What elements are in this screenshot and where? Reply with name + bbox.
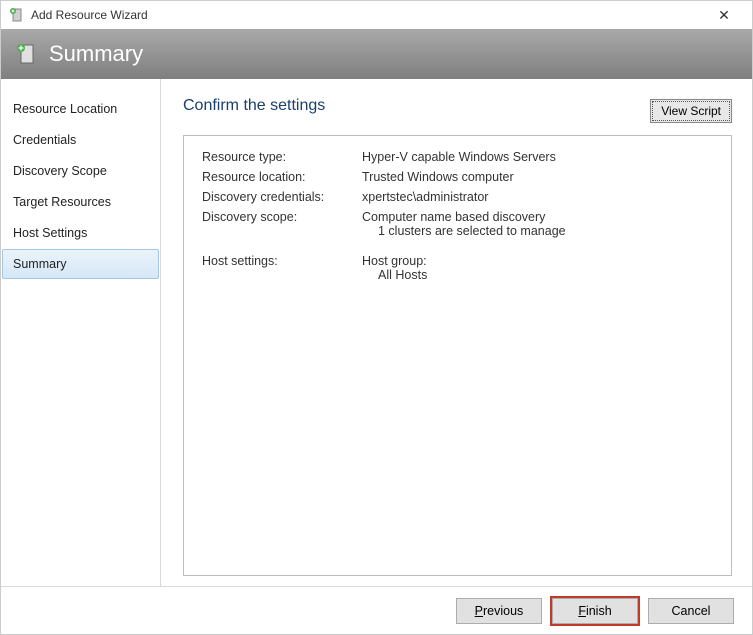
sidebar-item-discovery-scope[interactable]: Discovery Scope (2, 156, 159, 186)
settings-label: Resource location: (202, 170, 362, 184)
content: Confirm the settings View Script Resourc… (161, 79, 752, 586)
window-title: Add Resource Wizard (31, 8, 704, 22)
sidebar-item-host-settings[interactable]: Host Settings (2, 218, 159, 248)
settings-label: Host settings: (202, 254, 362, 282)
sidebar-item-resource-location[interactable]: Resource Location (2, 94, 159, 124)
settings-row: Resource location:Trusted Windows comput… (202, 170, 713, 184)
settings-row: Resource type:Hyper-V capable Windows Se… (202, 150, 713, 164)
body: Resource LocationCredentialsDiscovery Sc… (1, 79, 752, 586)
sidebar: Resource LocationCredentialsDiscovery Sc… (1, 79, 161, 586)
sidebar-item-credentials[interactable]: Credentials (2, 125, 159, 155)
close-button[interactable]: ✕ (704, 7, 744, 24)
cancel-button[interactable]: Cancel (648, 598, 734, 624)
settings-value-sub: 1 clusters are selected to manage (362, 224, 566, 238)
banner-title: Summary (49, 41, 143, 67)
finish-button[interactable]: Finish (552, 598, 638, 624)
settings-label: Resource type: (202, 150, 362, 164)
sidebar-item-target-resources[interactable]: Target Resources (2, 187, 159, 217)
previous-button[interactable]: Previous (456, 598, 542, 624)
settings-label: Discovery credentials: (202, 190, 362, 204)
settings-box: Resource type:Hyper-V capable Windows Se… (183, 135, 732, 576)
sidebar-item-summary[interactable]: Summary (2, 249, 159, 279)
settings-row: Discovery credentials:xpertstec\administ… (202, 190, 713, 204)
settings-row: Host settings:Host group:All Hosts (202, 254, 713, 282)
titlebar: Add Resource Wizard ✕ (1, 1, 752, 29)
footer: Previous Finish Cancel (1, 586, 752, 634)
content-header: Confirm the settings View Script (183, 97, 732, 123)
settings-value: Trusted Windows computer (362, 170, 514, 184)
banner: Summary (1, 29, 752, 79)
settings-value: Host group:All Hosts (362, 254, 427, 282)
view-script-button[interactable]: View Script (650, 99, 732, 123)
settings-row: Discovery scope:Computer name based disc… (202, 210, 713, 238)
settings-value: Computer name based discovery1 clusters … (362, 210, 566, 238)
settings-value-sub: All Hosts (362, 268, 427, 282)
settings-label: Discovery scope: (202, 210, 362, 238)
summary-icon (15, 42, 39, 66)
settings-value: xpertstec\administrator (362, 190, 488, 204)
settings-value: Hyper-V capable Windows Servers (362, 150, 556, 164)
wizard-icon (9, 7, 25, 23)
content-title: Confirm the settings (183, 97, 325, 115)
